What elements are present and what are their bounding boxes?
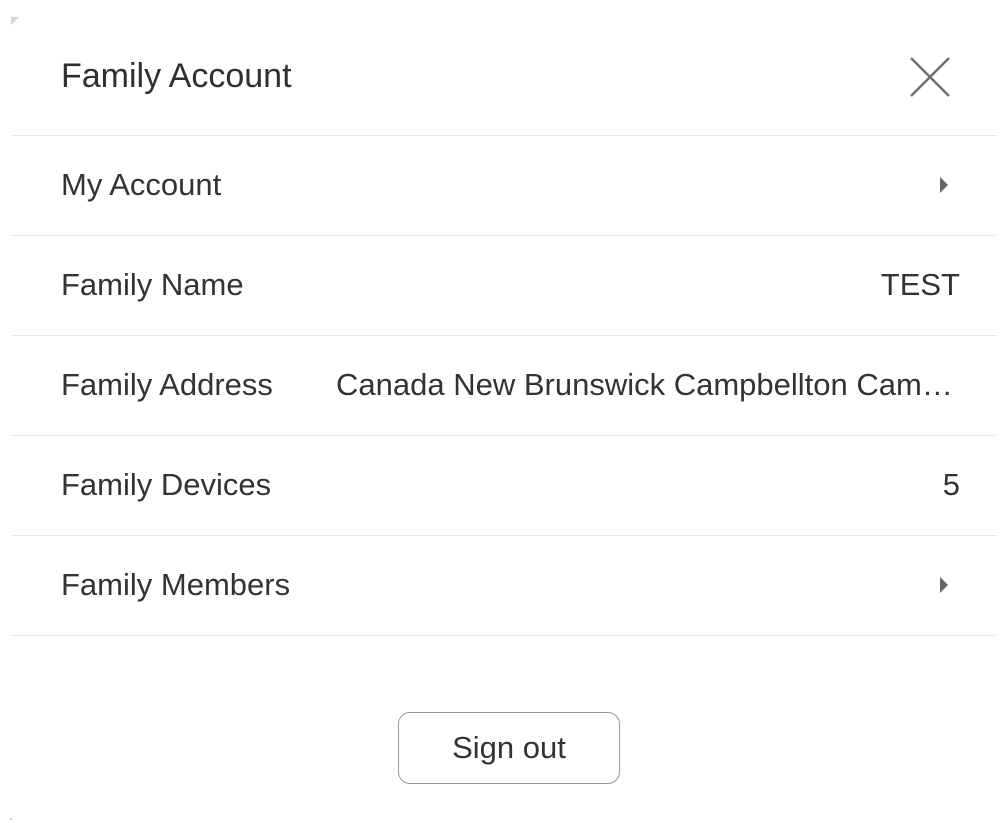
family-address-value: Canada New Brunswick Campbellton Campbel…	[336, 367, 960, 402]
family-address-label: Family Address	[61, 367, 273, 402]
family-name-value: TEST	[880, 267, 960, 302]
family-account-dialog: Family Account My Account Family Name TE…	[0, 0, 996, 822]
dialog-header: Family Account	[12, 35, 996, 136]
family-members-row[interactable]: Family Members	[12, 536, 996, 636]
close-button[interactable]	[906, 53, 954, 101]
family-name-row: Family Name TEST	[12, 236, 996, 336]
family-devices-row: Family Devices 5	[12, 436, 996, 536]
sign-out-button[interactable]: Sign out	[398, 712, 620, 784]
chevron-right-icon	[940, 577, 948, 593]
family-name-label: Family Name	[61, 267, 244, 302]
family-members-label: Family Members	[61, 567, 291, 602]
my-account-row[interactable]: My Account	[12, 136, 996, 236]
family-address-row: Family Address Canada New Brunswick Camp…	[12, 336, 996, 436]
family-devices-label: Family Devices	[61, 467, 272, 502]
account-rows: My Account Family Name TEST Family Addre…	[12, 136, 996, 636]
corner-dot	[10, 818, 12, 820]
close-icon	[910, 57, 950, 97]
chevron-right-icon	[940, 177, 948, 193]
family-devices-value: 5	[942, 467, 960, 502]
my-account-label: My Account	[61, 167, 222, 202]
corner-mark	[11, 17, 19, 25]
dialog-title: Family Account	[61, 57, 292, 95]
